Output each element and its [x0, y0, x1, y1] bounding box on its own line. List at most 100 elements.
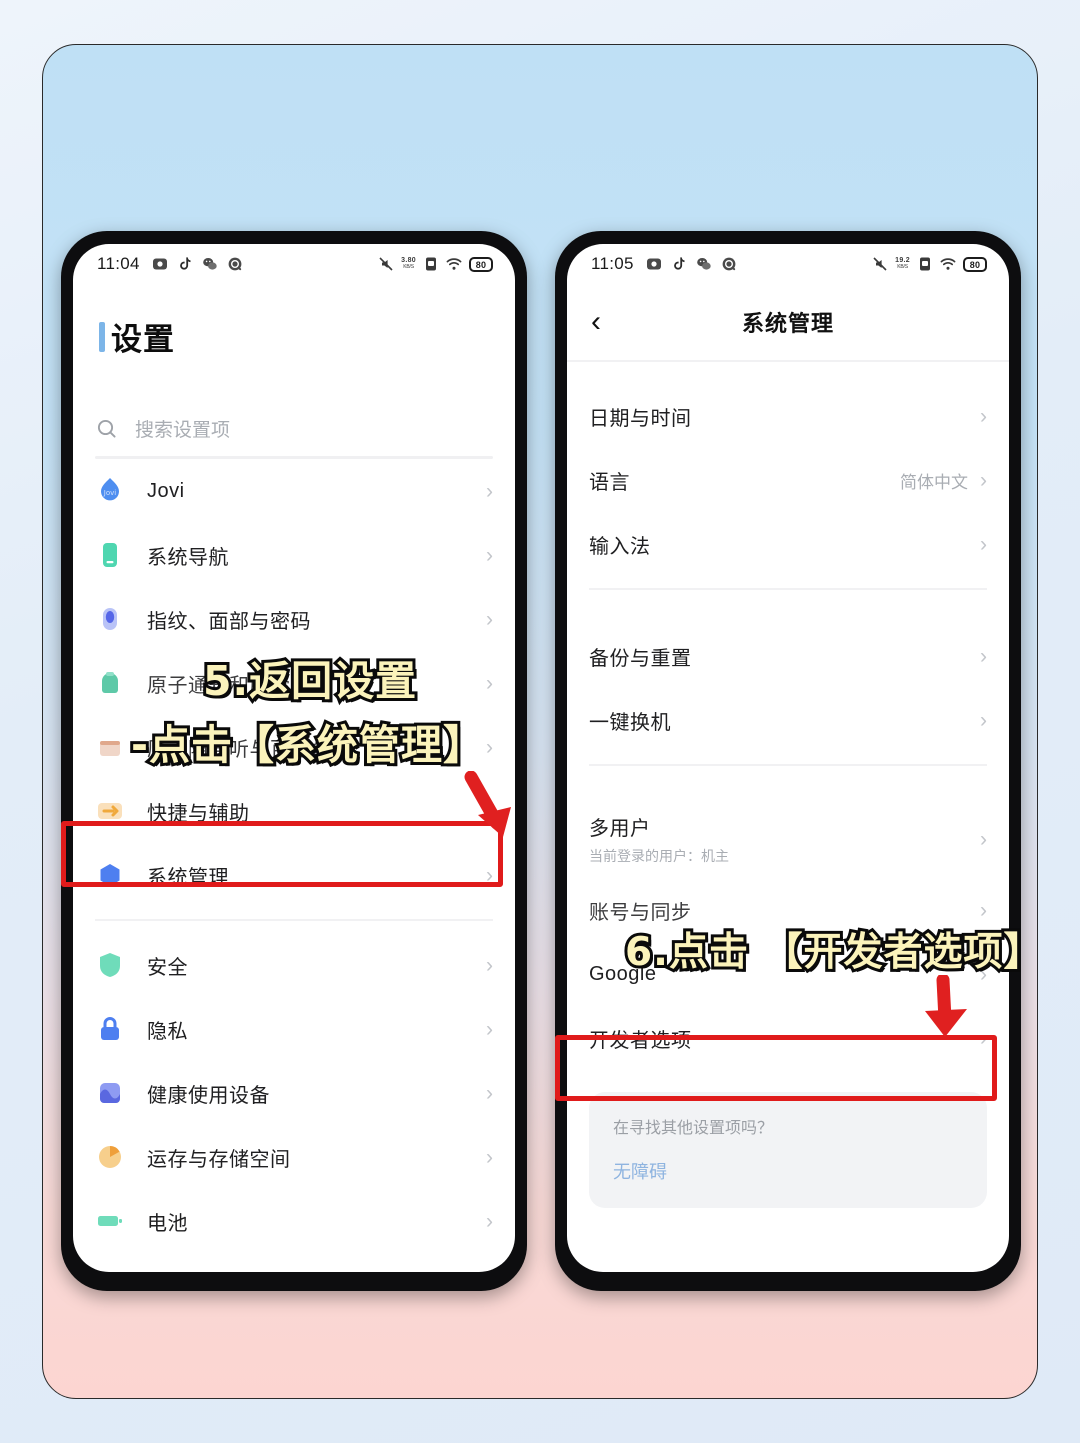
list-item-jovi[interactable]: Jovi Jovi ›: [73, 459, 515, 523]
list-item-digital-wellbeing[interactable]: 健康使用设备 ›: [73, 1061, 515, 1125]
system-admin-icon: [100, 864, 120, 886]
chevron-right-icon: ›: [486, 1145, 493, 1169]
list-item-label: 安全: [147, 956, 188, 979]
list-item-label: 运存与存储空间: [147, 1148, 291, 1171]
chevron-right-icon: ›: [980, 1026, 987, 1050]
list-item-label: 健康使用设备: [147, 1084, 270, 1107]
list-item-fingerprint-face-password[interactable]: 指纹、面部与密码 ›: [73, 587, 515, 651]
list-divider: [95, 919, 493, 921]
chevron-right-icon: ›: [486, 863, 493, 887]
shortcut-icon: [98, 803, 122, 819]
title-accent-bar: [99, 321, 105, 352]
sim-icon: [426, 257, 436, 271]
status-clock: 11:05: [591, 254, 634, 273]
chevron-right-icon: ›: [486, 479, 493, 503]
list-item-system-management[interactable]: 系统管理 ›: [73, 843, 515, 907]
chevron-right-icon: ›: [486, 1017, 493, 1041]
list-item-privacy[interactable]: 隐私 ›: [73, 997, 515, 1061]
list-item-security[interactable]: 安全 ›: [73, 933, 515, 997]
atomic-box-icon: [100, 741, 120, 756]
list-item-label: 日期与时间: [589, 407, 692, 430]
hint-question: 在寻找其他设置项吗？: [613, 1120, 774, 1137]
wifi-icon: [940, 258, 956, 270]
list-item-multi-user[interactable]: 多用户 当前登录的用户：机主 ›: [567, 800, 1009, 878]
hint-link-accessibility[interactable]: 无障碍: [613, 1158, 963, 1184]
storage-icon: [99, 1146, 121, 1168]
search-placeholder: 搜索设置项: [135, 420, 231, 441]
screen-recorder-icon: [646, 258, 661, 270]
list-item-battery[interactable]: 电池 ›: [73, 1189, 515, 1253]
list-item-label: 备份与重置: [589, 647, 692, 670]
status-bar-left: 11:04 3.80 KB/S 80: [73, 244, 515, 284]
privacy-icon: [101, 1017, 119, 1040]
list-item-label: 语言: [589, 471, 630, 494]
chevron-right-icon: ›: [980, 827, 987, 851]
search-input[interactable]: 搜索设置项: [95, 415, 493, 456]
list-item-storage[interactable]: 运存与存储空间 ›: [73, 1125, 515, 1189]
list-item-label: 系统管理: [147, 866, 229, 889]
qq-icon: [722, 257, 736, 271]
status-bar-right: 11:05 19.2 KB/S 80: [567, 244, 1009, 284]
svg-text:Jovi: Jovi: [103, 489, 116, 497]
page-title-wrap: 设置: [73, 284, 515, 359]
list-item-input-method[interactable]: 输入法 ›: [567, 512, 1009, 576]
chevron-right-icon: ›: [980, 468, 987, 492]
list-item-label: 电池: [147, 1212, 188, 1235]
group-divider-1: [589, 588, 987, 590]
tiktok-icon: [179, 257, 191, 270]
sim-icon: [920, 257, 930, 271]
caption-step-6: 6.点击 【开发者选项】: [622, 927, 1038, 978]
poster-card: 11:04 3.80 KB/S 80 设置 搜索设置项 Jovi Jovi › …: [42, 44, 1038, 1399]
navigation-icon: [103, 543, 117, 567]
hint-card: 在寻找其他设置项吗？ 无障碍: [589, 1092, 987, 1208]
network-speed: 19.2 KB/S: [895, 257, 910, 270]
caption-step-5-line2: -点击【系统管理】: [128, 718, 487, 772]
atomic-notify-icon: [102, 672, 118, 693]
status-left-icons: [152, 256, 243, 272]
chevron-right-icon: ›: [486, 735, 493, 759]
red-down-arrow-right: [925, 975, 967, 1037]
list-item-text-column: 多用户 当前登录的用户：机主: [589, 812, 729, 866]
nav-bar: ‹ 系统管理: [567, 284, 1009, 360]
list-item-date-time[interactable]: 日期与时间 ›: [567, 384, 1009, 448]
wifi-icon: [446, 258, 462, 270]
screen-recorder-icon: [152, 258, 167, 270]
wechat-icon: [696, 258, 711, 270]
list-item-phone-clone[interactable]: 一键换机 ›: [567, 688, 1009, 752]
security-icon: [100, 953, 120, 977]
back-chevron-icon[interactable]: ‹: [591, 307, 601, 337]
phone-right: 11:05 19.2 KB/S 80 ‹ 系统管理 日期与时间 › 语言 简体中…: [551, 227, 1025, 1295]
list-item-language[interactable]: 语言 简体中文 ›: [567, 448, 1009, 512]
list-item-label: 一键换机: [589, 711, 671, 734]
settings-list-left: Jovi Jovi › 系统导航 › 指纹、面部与密码 › 原子通知和胶囊 › …: [73, 459, 515, 1253]
list-item-value: 简体中文: [900, 472, 968, 492]
list-item-shortcut-accessibility[interactable]: 快捷与辅助 ›: [73, 779, 515, 843]
wechat-icon: [202, 258, 217, 270]
chevron-right-icon: ›: [980, 644, 987, 668]
battery-indicator: 80: [469, 256, 493, 272]
search-icon: [97, 419, 116, 438]
chevron-right-icon: ›: [980, 898, 987, 922]
status-right-icons: 3.80 KB/S 80: [378, 256, 493, 272]
list-item-sublabel: 当前登录的用户：机主: [589, 848, 729, 864]
list-item-label: 输入法: [589, 535, 651, 558]
chevron-right-icon: ›: [486, 543, 493, 567]
list-item-backup-reset[interactable]: 备份与重置 ›: [567, 624, 1009, 688]
list-item-system-navigation[interactable]: 系统导航 ›: [73, 523, 515, 587]
list-item-label: 开发者选项: [589, 1029, 692, 1052]
list-item-label: 多用户: [589, 818, 651, 840]
chevron-right-icon: ›: [486, 671, 493, 695]
list-item-label: 隐私: [147, 1020, 188, 1043]
list-item-label: 指纹、面部与密码: [147, 610, 311, 633]
status-left-icons: [646, 256, 737, 272]
tiktok-icon: [673, 257, 685, 270]
chevron-right-icon: ›: [486, 1081, 493, 1105]
nav-title: 系统管理: [741, 311, 834, 336]
chevron-right-icon: ›: [486, 953, 493, 977]
red-down-arrow-left: [464, 771, 511, 837]
wellbeing-icon: [100, 1083, 120, 1103]
chevron-right-icon: ›: [486, 1209, 493, 1233]
